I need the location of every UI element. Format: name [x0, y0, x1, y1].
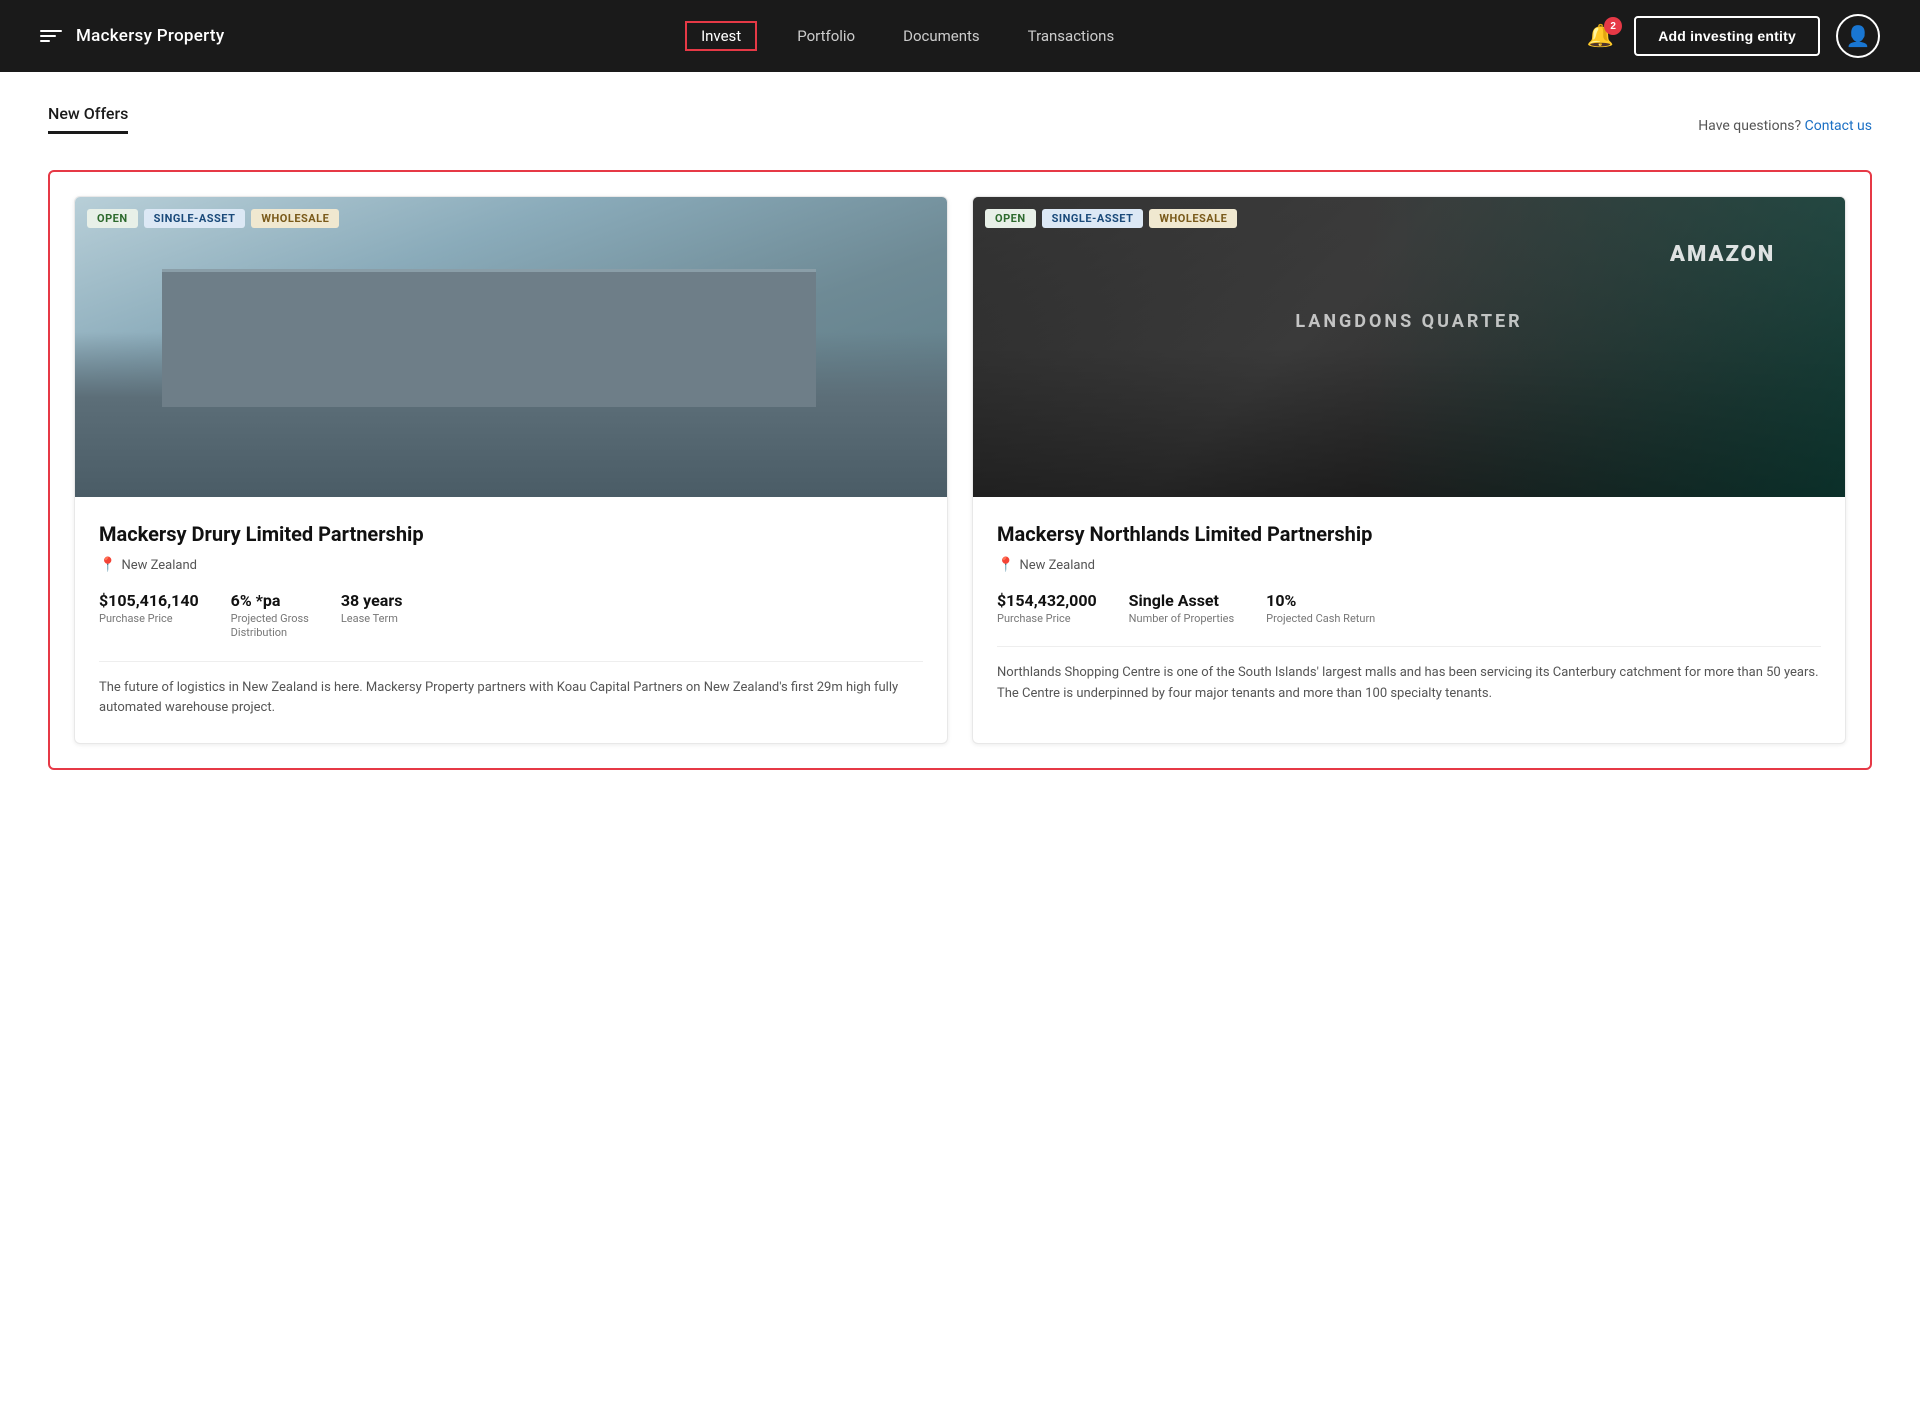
- amazon-text: AMAZON: [1670, 242, 1775, 267]
- stat-value-distribution-drury: 6% *pa: [231, 591, 309, 610]
- stat-label-purchase-drury: Purchase Price: [99, 612, 199, 626]
- stat-label-distribution-drury: Projected GrossDistribution: [231, 612, 309, 641]
- location-text-drury: New Zealand: [121, 558, 197, 573]
- nav-links: Invest Portfolio Documents Transactions: [685, 21, 1122, 51]
- stat-label-purchase-northlands: Purchase Price: [997, 612, 1097, 626]
- card-body-northlands: Mackersy Northlands Limited Partnership …: [973, 497, 1845, 729]
- page-header: New Offers Have questions? Contact us: [48, 104, 1872, 142]
- card-body-drury: Mackersy Drury Limited Partnership 📍 New…: [75, 497, 947, 743]
- stat-cash-return-northlands: 10% Projected Cash Return: [1266, 591, 1375, 626]
- card-image-northlands: AMAZON OPEN SINGLE-ASSET WHOLESALE: [973, 197, 1845, 497]
- card-location-drury: 📍 New Zealand: [99, 557, 923, 573]
- stat-label-lease-drury: Lease Term: [341, 612, 403, 626]
- card-image-drury: OPEN SINGLE-ASSET WHOLESALE: [75, 197, 947, 497]
- stat-value-properties-northlands: Single Asset: [1129, 591, 1234, 610]
- page-title: New Offers: [48, 104, 128, 123]
- contact-prompt: Have questions? Contact us: [1698, 118, 1872, 134]
- tag-wholesale-northlands: WHOLESALE: [1149, 209, 1237, 228]
- nav-invest[interactable]: Invest: [685, 21, 757, 51]
- stat-lease-drury: 38 years Lease Term: [341, 591, 403, 641]
- logo-icon: [40, 30, 62, 42]
- tag-wholesale-drury: WHOLESALE: [251, 209, 339, 228]
- nav-portfolio[interactable]: Portfolio: [789, 23, 863, 49]
- location-icon-northlands: 📍: [997, 557, 1014, 573]
- stat-distribution-drury: 6% *pa Projected GrossDistribution: [231, 591, 309, 641]
- card-divider-drury: [99, 661, 923, 662]
- stat-value-lease-drury: 38 years: [341, 591, 403, 610]
- stat-properties-northlands: Single Asset Number of Properties: [1129, 591, 1234, 626]
- card-tags-northlands: OPEN SINGLE-ASSET WHOLESALE: [985, 209, 1237, 228]
- tag-open-northlands: OPEN: [985, 209, 1036, 228]
- card-location-northlands: 📍 New Zealand: [997, 557, 1821, 573]
- card-title-northlands: Mackersy Northlands Limited Partnership: [997, 521, 1821, 547]
- stat-value-cash-return-northlands: 10%: [1266, 591, 1375, 610]
- notification-button[interactable]: 🔔 2: [1583, 19, 1618, 53]
- card-title-drury: Mackersy Drury Limited Partnership: [99, 521, 923, 547]
- card-description-northlands: Northlands Shopping Centre is one of the…: [997, 663, 1821, 705]
- card-stats-drury: $105,416,140 Purchase Price 6% *pa Proje…: [99, 591, 923, 641]
- stat-value-purchase-drury: $105,416,140: [99, 591, 199, 610]
- stat-label-properties-northlands: Number of Properties: [1129, 612, 1234, 626]
- location-icon-drury: 📍: [99, 557, 116, 573]
- offer-card-drury[interactable]: OPEN SINGLE-ASSET WHOLESALE Mackersy Dru…: [74, 196, 948, 744]
- card-divider-northlands: [997, 646, 1821, 647]
- nav-documents[interactable]: Documents: [895, 23, 988, 49]
- stat-value-purchase-northlands: $154,432,000: [997, 591, 1097, 610]
- contact-link[interactable]: Contact us: [1805, 118, 1872, 134]
- stat-label-cash-return-northlands: Projected Cash Return: [1266, 612, 1375, 626]
- card-tags-drury: OPEN SINGLE-ASSET WHOLESALE: [87, 209, 339, 228]
- add-investing-entity-button[interactable]: Add investing entity: [1634, 16, 1820, 56]
- offers-container: OPEN SINGLE-ASSET WHOLESALE Mackersy Dru…: [48, 170, 1872, 770]
- nav-right: 🔔 2 Add investing entity 👤: [1583, 14, 1880, 58]
- offer-card-northlands[interactable]: AMAZON OPEN SINGLE-ASSET WHOLESALE Macke…: [972, 196, 1846, 744]
- card-stats-northlands: $154,432,000 Purchase Price Single Asset…: [997, 591, 1821, 626]
- card-description-drury: The future of logistics in New Zealand i…: [99, 678, 923, 720]
- brand-logo: Mackersy Property: [40, 26, 224, 46]
- contact-section: Have questions? Contact us: [1698, 115, 1872, 134]
- user-profile-button[interactable]: 👤: [1836, 14, 1880, 58]
- page-title-section: New Offers: [48, 104, 128, 134]
- nav-transactions[interactable]: Transactions: [1020, 23, 1123, 49]
- notification-badge: 2: [1604, 17, 1622, 35]
- stat-purchase-price-northlands: $154,432,000 Purchase Price: [997, 591, 1097, 626]
- brand-name: Mackersy Property: [76, 26, 224, 46]
- stat-purchase-price-drury: $105,416,140 Purchase Price: [99, 591, 199, 641]
- location-text-northlands: New Zealand: [1019, 558, 1095, 573]
- user-icon: 👤: [1846, 24, 1871, 49]
- navbar: Mackersy Property Invest Portfolio Docum…: [0, 0, 1920, 72]
- tag-single-asset-northlands: SINGLE-ASSET: [1042, 209, 1144, 228]
- tag-single-asset-drury: SINGLE-ASSET: [144, 209, 246, 228]
- main-content: New Offers Have questions? Contact us OP…: [0, 72, 1920, 1415]
- tag-open-drury: OPEN: [87, 209, 138, 228]
